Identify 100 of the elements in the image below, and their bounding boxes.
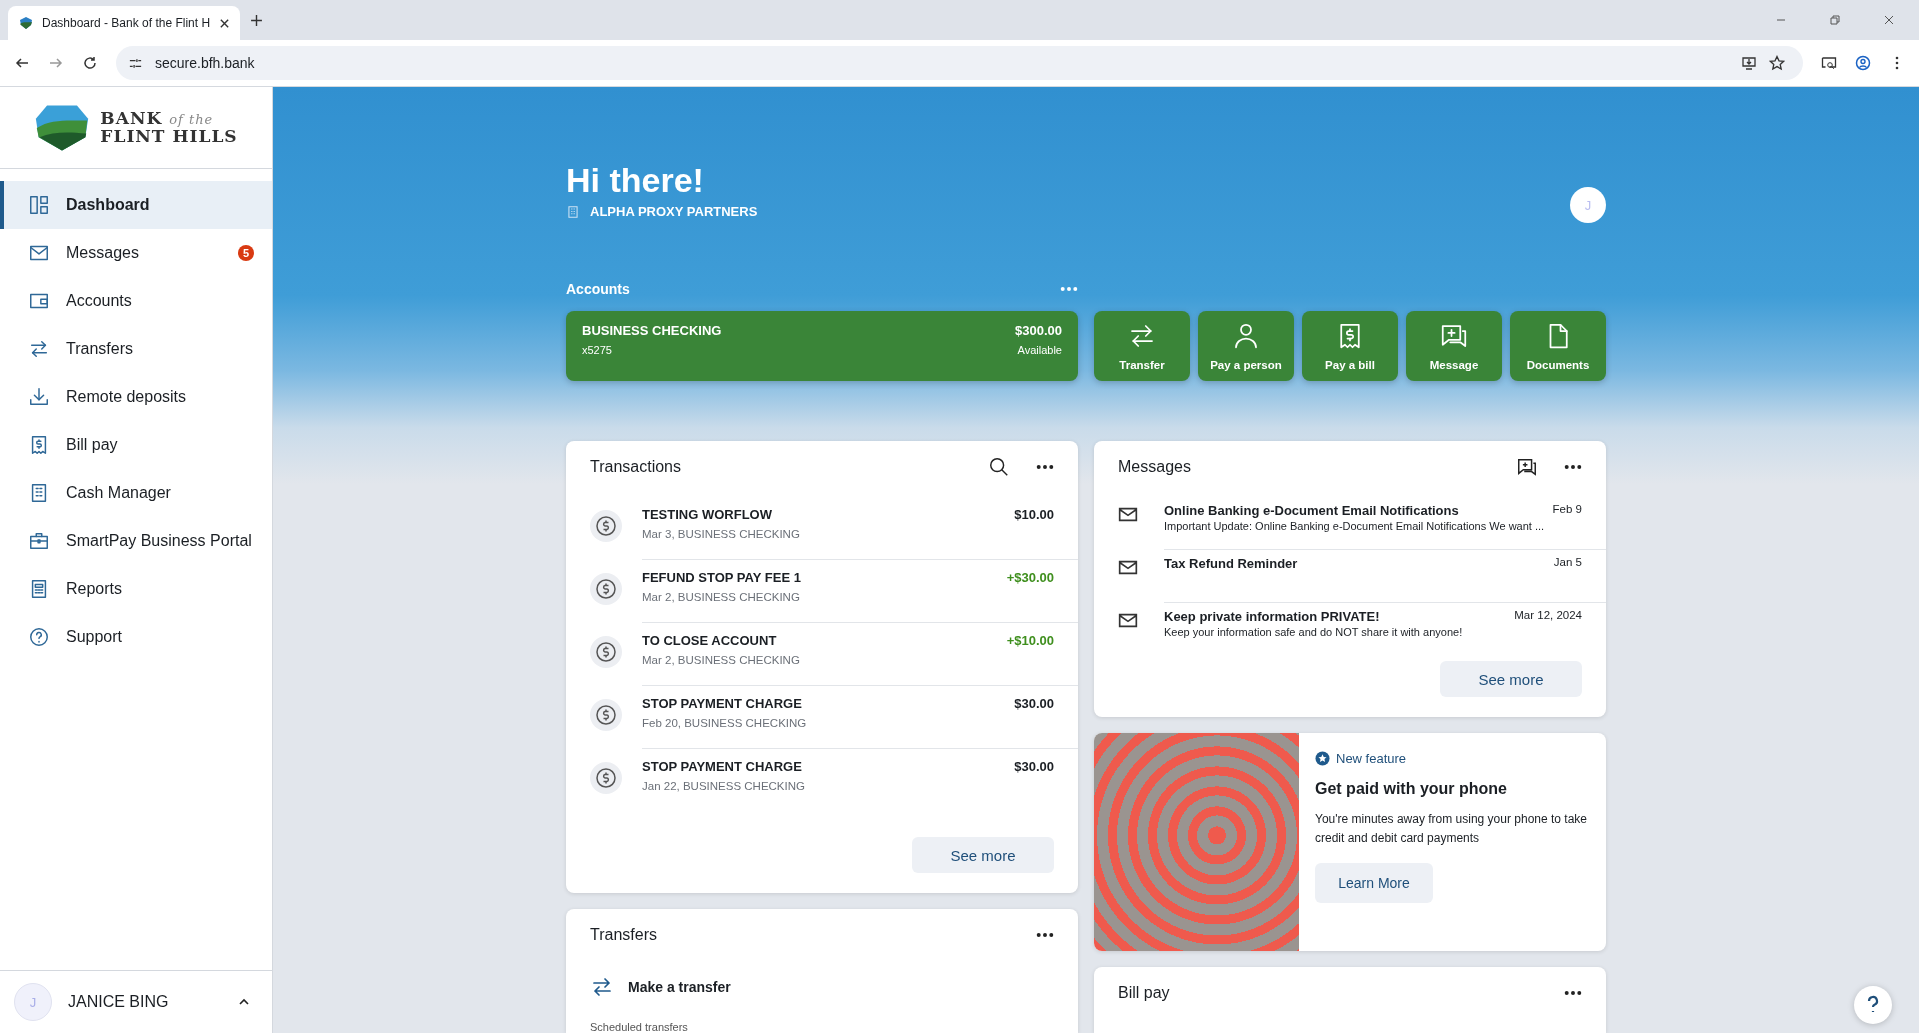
account-number: x5275: [582, 344, 613, 357]
bank-logo-icon: [18, 15, 34, 31]
message-subject[interactable]: Tax Refund Reminder: [1164, 556, 1298, 571]
transaction-title: TESTING WORFLOW: [642, 507, 773, 522]
quick-action-button[interactable]: Pay a person: [1198, 311, 1294, 381]
transaction-details: Mar 3, BUSINESS CHECKING: [642, 528, 800, 540]
section-label: Scheduled transfers: [589, 1020, 689, 1033]
transaction-amount: $30.00: [1014, 696, 1054, 713]
install-icon[interactable]: [1741, 55, 1757, 71]
nav-item[interactable]: Reports: [0, 565, 272, 613]
message-preview: Keep your information safe and do NOT share it with anyone!: [1164, 626, 1464, 638]
dollar-coin-icon: [590, 573, 622, 605]
transfer-icon: [28, 338, 50, 360]
dashboard-icon: [28, 194, 50, 216]
dollar-coin-icon: [590, 762, 622, 794]
learn-more-button[interactable]: Learn More: [1315, 863, 1433, 904]
user-avatar: J: [14, 983, 52, 1021]
profile-icon[interactable]: [1855, 55, 1871, 71]
quick-action-button[interactable]: Pay a bill: [1302, 311, 1398, 381]
more-options-icon[interactable]: [1036, 932, 1054, 938]
transfer-icon: [590, 975, 614, 999]
transaction-amount: $30.00: [1014, 759, 1054, 776]
quick-action-button[interactable]: Message: [1406, 311, 1502, 381]
nav-item[interactable]: SmartPay Business Portal: [0, 517, 272, 565]
see-more-button[interactable]: See more: [1440, 661, 1582, 697]
transaction-amount: +$10.00: [1006, 633, 1054, 650]
tab-title: Dashboard - Bank of the Flint H: [42, 16, 211, 30]
transaction-details: Mar 2, BUSINESS CHECKING: [642, 654, 800, 666]
balance-label: Available: [1017, 344, 1062, 357]
card-title: Bill pay: [1118, 984, 1171, 1002]
make-transfer-link[interactable]: Make a transfer: [566, 965, 1078, 1009]
account-name: BUSINESS CHECKING: [582, 323, 722, 339]
message-preview: Important Update: Online Banking e-Document Email Notifications We want ...: [1164, 520, 1546, 532]
transaction-details: Feb 20, BUSINESS CHECKING: [642, 717, 807, 729]
transaction-details: Mar 2, BUSINESS CHECKING: [642, 591, 801, 603]
more-options-icon[interactable]: [1564, 990, 1582, 996]
nav-item[interactable]: Transfers: [0, 325, 272, 373]
quick-action-button[interactable]: Transfer: [1094, 311, 1190, 381]
briefcase-icon: [28, 530, 50, 552]
account-card[interactable]: BUSINESS CHECKING x5275 $300.00 Available: [566, 311, 1078, 381]
star-icon[interactable]: [1769, 55, 1785, 71]
message-subject[interactable]: Online Banking e-Document Email Notifications: [1164, 503, 1459, 518]
card-title: Transactions: [590, 458, 682, 476]
restore-icon[interactable]: [1829, 14, 1841, 26]
nav-item[interactable]: Bill pay: [0, 421, 272, 469]
envelope-icon: [1118, 613, 1138, 628]
address-bar[interactable]: secure.bfh.bank: [116, 46, 1803, 80]
browser-tab[interactable]: Dashboard - Bank of the Flint H: [8, 6, 240, 40]
message-date: Jan 5: [1553, 556, 1582, 570]
message-subject[interactable]: Keep private information PRIVATE!: [1164, 609, 1380, 624]
greeting-heading: Hi there!: [566, 161, 705, 200]
section-title: Accounts: [566, 281, 630, 298]
nav-item[interactable]: Messages 5: [0, 229, 272, 277]
message-date: Feb 9: [1552, 503, 1582, 517]
envelope-icon: [1118, 560, 1138, 575]
reload-icon[interactable]: [82, 55, 98, 71]
dollar-coin-icon: [590, 699, 622, 731]
envelope-icon: [1118, 507, 1138, 522]
new-message-icon[interactable]: [1516, 456, 1538, 478]
transaction-title: STOP PAYMENT CHARGE: [642, 696, 803, 711]
feature-title: Get paid with your phone: [1315, 780, 1507, 798]
nav-item[interactable]: Dashboard: [0, 181, 272, 229]
transaction-amount: $10.00: [1014, 507, 1054, 524]
company-name: ALPHA PROXY PARTNERS: [590, 204, 758, 219]
new-tab-icon[interactable]: [250, 13, 263, 27]
account-balance: $300.00: [1015, 323, 1062, 339]
nav-item[interactable]: Cash Manager: [0, 469, 272, 517]
card-title: Messages: [1118, 458, 1192, 476]
star-badge-icon: [1315, 751, 1330, 766]
close-icon[interactable]: [1883, 14, 1895, 26]
feature-tag: New feature: [1336, 751, 1407, 766]
quick-action-button[interactable]: Documents: [1510, 311, 1606, 381]
nav-item[interactable]: Support: [0, 613, 272, 661]
help-icon: [28, 626, 50, 648]
nav-item[interactable]: Remote deposits: [0, 373, 272, 421]
search-tabs-icon[interactable]: [1821, 55, 1837, 71]
transaction-title: FEFUND STOP PAY FEE 1: [642, 570, 801, 585]
transaction-title: TO CLOSE ACCOUNT: [642, 633, 778, 648]
see-more-button[interactable]: See more: [912, 837, 1054, 873]
nav-item[interactable]: Accounts: [0, 277, 272, 325]
user-menu[interactable]: J JANICE BING: [0, 970, 272, 1033]
message-date: Mar 12, 2024: [1514, 609, 1582, 623]
close-icon[interactable]: [219, 17, 230, 29]
card-title: Transfers: [590, 926, 658, 944]
transaction-amount: +$30.00: [1006, 570, 1054, 587]
logo-wordmark: FLINT HILLS: [100, 127, 238, 146]
search-icon[interactable]: [988, 456, 1010, 478]
more-options-icon[interactable]: [1036, 464, 1054, 470]
building-icon: [566, 204, 580, 219]
transaction-title: STOP PAYMENT CHARGE: [642, 759, 803, 774]
unread-count-badge: 5: [238, 245, 254, 261]
more-options-icon[interactable]: [1564, 464, 1582, 470]
logo-wordmark: BANK of the: [100, 109, 215, 128]
download-icon: [28, 386, 50, 408]
transaction-details: Jan 22, BUSINESS CHECKING: [642, 780, 805, 792]
help-button[interactable]: [1853, 985, 1893, 1025]
dollar-coin-icon: [590, 510, 622, 542]
dollar-coin-icon: [590, 636, 622, 668]
url-text: secure.bfh.bank: [155, 55, 255, 71]
feature-description: You're minutes away from using your phone to take credit and debit card payments: [1315, 811, 1588, 847]
